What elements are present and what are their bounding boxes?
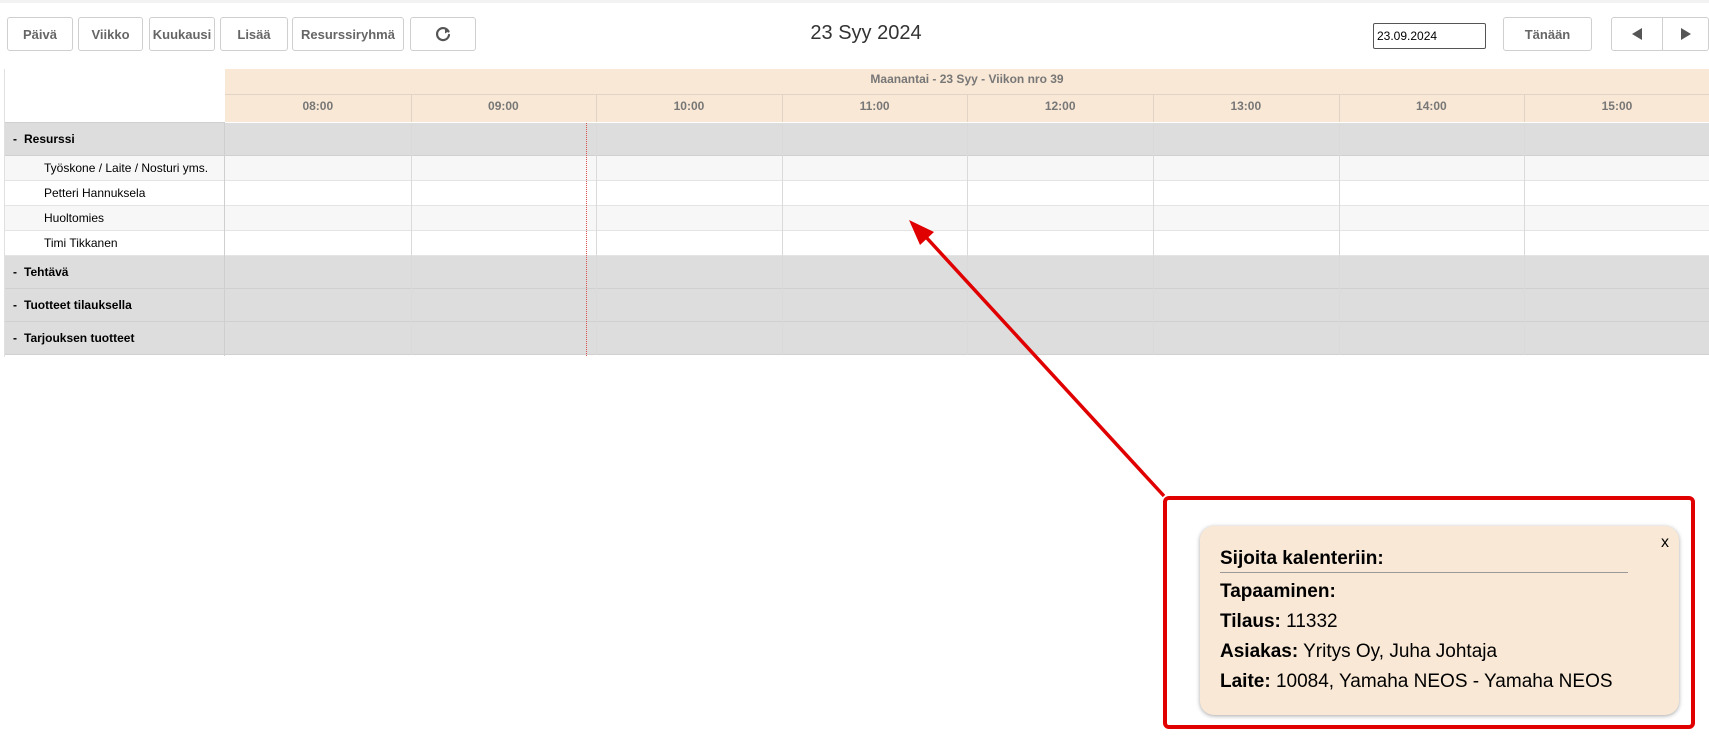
- annotation-arrow: [909, 220, 1166, 498]
